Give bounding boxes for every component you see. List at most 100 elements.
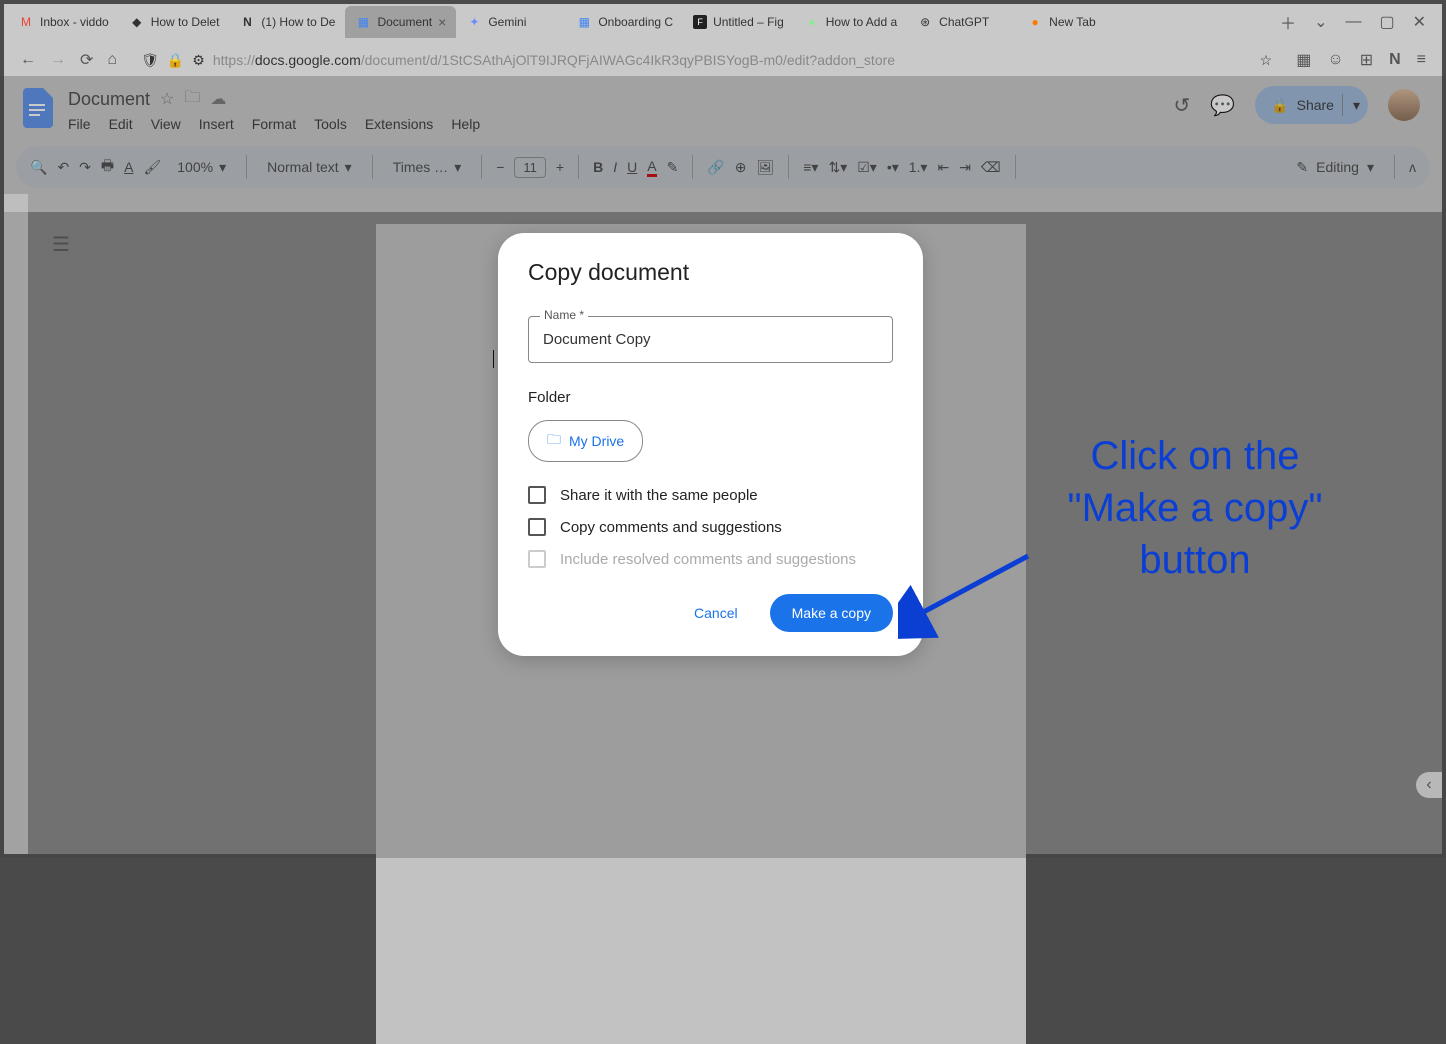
bookmark-icon[interactable]: ☆ xyxy=(1260,52,1273,69)
url-input[interactable]: 🛡 🔒 ⚙ https://docs.google.com/document/d… xyxy=(131,45,1282,75)
italic-icon[interactable]: I xyxy=(613,159,617,175)
notion-clip-icon[interactable]: N xyxy=(1389,51,1401,69)
minimize-icon[interactable]: — xyxy=(1345,13,1361,31)
move-icon[interactable]: 🗀 xyxy=(184,86,200,113)
font-decrease-icon[interactable]: − xyxy=(496,159,504,175)
avatar[interactable] xyxy=(1388,89,1420,121)
toolbar: 🔍 ↶ ↷ 🖶 A 🖌 100%▾ Normal text▾ Times …▾ … xyxy=(4,140,1442,194)
tab-howto-delete[interactable]: ◆How to Delet xyxy=(119,6,230,38)
search-icon[interactable]: 🔍 xyxy=(30,159,47,176)
copy-document-dialog: Copy document Name * Folder 🗀 My Drive S… xyxy=(498,233,923,656)
docs-logo[interactable] xyxy=(20,86,56,130)
zoom-dropdown[interactable]: 100%▾ xyxy=(171,159,232,176)
circle-icon: ● xyxy=(804,14,820,30)
tabs-dropdown-icon[interactable]: ⌄ xyxy=(1314,12,1327,32)
bullet-list-icon[interactable]: •▾ xyxy=(887,159,899,176)
editing-mode-dropdown[interactable]: ✎ Editing ▾ xyxy=(1296,159,1374,176)
figma-icon: F xyxy=(693,15,707,29)
menu-edit[interactable]: Edit xyxy=(109,116,133,132)
menu-insert[interactable]: Insert xyxy=(199,116,234,132)
folder-icon: 🗀 xyxy=(547,429,561,453)
firefox-icon: ● xyxy=(1027,14,1043,30)
print-icon[interactable]: 🖶 xyxy=(101,155,114,179)
maximize-icon[interactable]: ▢ xyxy=(1379,12,1394,32)
font-increase-icon[interactable]: + xyxy=(556,159,564,175)
tab-gemini[interactable]: ✦Gemini xyxy=(456,6,566,38)
folder-chip[interactable]: 🗀 My Drive xyxy=(528,420,643,462)
name-field-label: Name * xyxy=(540,308,588,322)
menu-format[interactable]: Format xyxy=(252,116,296,132)
tab-notion-howto[interactable]: N(1) How to De xyxy=(229,6,345,38)
highlight-icon[interactable]: ✎ xyxy=(667,159,679,176)
chevron-down-icon: ▾ xyxy=(1367,159,1374,176)
ruler-horizontal xyxy=(28,194,1442,212)
copy-comments-checkbox[interactable]: Copy comments and suggestions xyxy=(528,518,893,536)
docs-icon: ▦ xyxy=(355,14,371,30)
font-size-input[interactable]: 11 xyxy=(514,157,546,178)
account-icon[interactable]: ☺ xyxy=(1327,51,1343,69)
menu-extensions[interactable]: Extensions xyxy=(365,116,433,132)
number-list-icon[interactable]: 1.▾ xyxy=(909,159,928,176)
collapse-toolbar-icon[interactable]: ʌ xyxy=(1409,159,1416,175)
clear-format-icon[interactable]: ⌫ xyxy=(981,159,1001,176)
star-icon[interactable]: ☆ xyxy=(160,89,174,109)
chevron-down-icon[interactable]: ▾ xyxy=(1342,94,1360,116)
make-a-copy-button[interactable]: Make a copy xyxy=(770,594,893,632)
tab-onboarding[interactable]: ▦Onboarding C xyxy=(566,6,683,38)
share-button[interactable]: 🔒 Share ▾ xyxy=(1255,86,1368,124)
undo-icon[interactable]: ↶ xyxy=(57,159,69,176)
indent-icon[interactable]: ⇥ xyxy=(959,159,971,176)
expand-sidepanel-icon[interactable]: ‹ xyxy=(1416,772,1442,798)
home-icon[interactable]: ⌂ xyxy=(107,51,117,69)
qr-icon[interactable]: ▦ xyxy=(1296,50,1311,70)
add-comment-icon[interactable]: ⊕ xyxy=(735,159,747,176)
checklist-icon[interactable]: ☑▾ xyxy=(857,159,877,176)
comments-icon[interactable]: 💬 xyxy=(1210,93,1235,118)
underline-icon[interactable]: U xyxy=(627,159,637,175)
share-same-people-checkbox[interactable]: Share it with the same people xyxy=(528,486,893,504)
docs-icon: ▦ xyxy=(576,14,592,30)
menu-file[interactable]: File xyxy=(68,116,91,132)
outline-icon[interactable]: ☰ xyxy=(52,232,70,257)
close-window-icon[interactable]: ✕ xyxy=(1413,12,1426,32)
outdent-icon[interactable]: ⇤ xyxy=(937,159,949,176)
line-spacing-icon[interactable]: ⇅▾ xyxy=(828,159,847,176)
paint-format-icon[interactable]: 🖌 xyxy=(143,159,161,176)
align-icon[interactable]: ≡▾ xyxy=(803,159,818,176)
menu-help[interactable]: Help xyxy=(451,116,480,132)
tab-inbox[interactable]: MInbox - viddo xyxy=(8,6,119,38)
history-icon[interactable]: ↺ xyxy=(1174,93,1191,118)
new-tab-button[interactable]: ＋ xyxy=(1280,10,1296,34)
reload-icon[interactable]: ⟳ xyxy=(80,50,93,70)
cancel-button[interactable]: Cancel xyxy=(682,595,750,631)
dialog-title: Copy document xyxy=(528,259,893,286)
cloud-icon[interactable]: ☁ xyxy=(210,89,226,109)
close-icon[interactable]: × xyxy=(438,14,446,30)
checkbox-icon xyxy=(528,518,546,536)
tab-chatgpt[interactable]: ⊛ChatGPT xyxy=(907,6,1017,38)
tab-newtab[interactable]: ●New Tab xyxy=(1017,6,1127,38)
menu-tools[interactable]: Tools xyxy=(314,116,347,132)
styles-dropdown[interactable]: Normal text▾ xyxy=(261,159,358,176)
forward-icon[interactable]: → xyxy=(50,51,66,69)
menu-view[interactable]: View xyxy=(151,116,181,132)
name-input[interactable] xyxy=(528,316,893,363)
image-icon[interactable]: 🖼 xyxy=(756,159,774,176)
extensions-icon[interactable]: ⊞ xyxy=(1360,50,1373,70)
doc-title[interactable]: Document xyxy=(68,89,150,110)
ruler-vertical xyxy=(4,212,28,854)
text-color-icon[interactable]: A xyxy=(647,158,656,177)
bold-icon[interactable]: B xyxy=(593,159,603,175)
font-dropdown[interactable]: Times …▾ xyxy=(387,159,468,176)
tab-document[interactable]: ▦Document× xyxy=(345,6,456,38)
link-icon[interactable]: 🔗 xyxy=(707,159,724,176)
menu-icon[interactable]: ≡ xyxy=(1417,51,1426,69)
back-icon[interactable]: ← xyxy=(20,51,36,69)
chatgpt-icon: ⊛ xyxy=(917,14,933,30)
url-text: https://docs.google.com/document/d/1StCS… xyxy=(213,52,1252,68)
tab-figma[interactable]: FUntitled – Fig xyxy=(683,6,794,38)
redo-icon[interactable]: ↷ xyxy=(79,159,91,176)
tab-howto-add[interactable]: ●How to Add a xyxy=(794,6,907,38)
browser-tabbar: MInbox - viddo ◆How to Delet N(1) How to… xyxy=(4,4,1442,40)
spellcheck-icon[interactable]: A xyxy=(124,159,133,175)
